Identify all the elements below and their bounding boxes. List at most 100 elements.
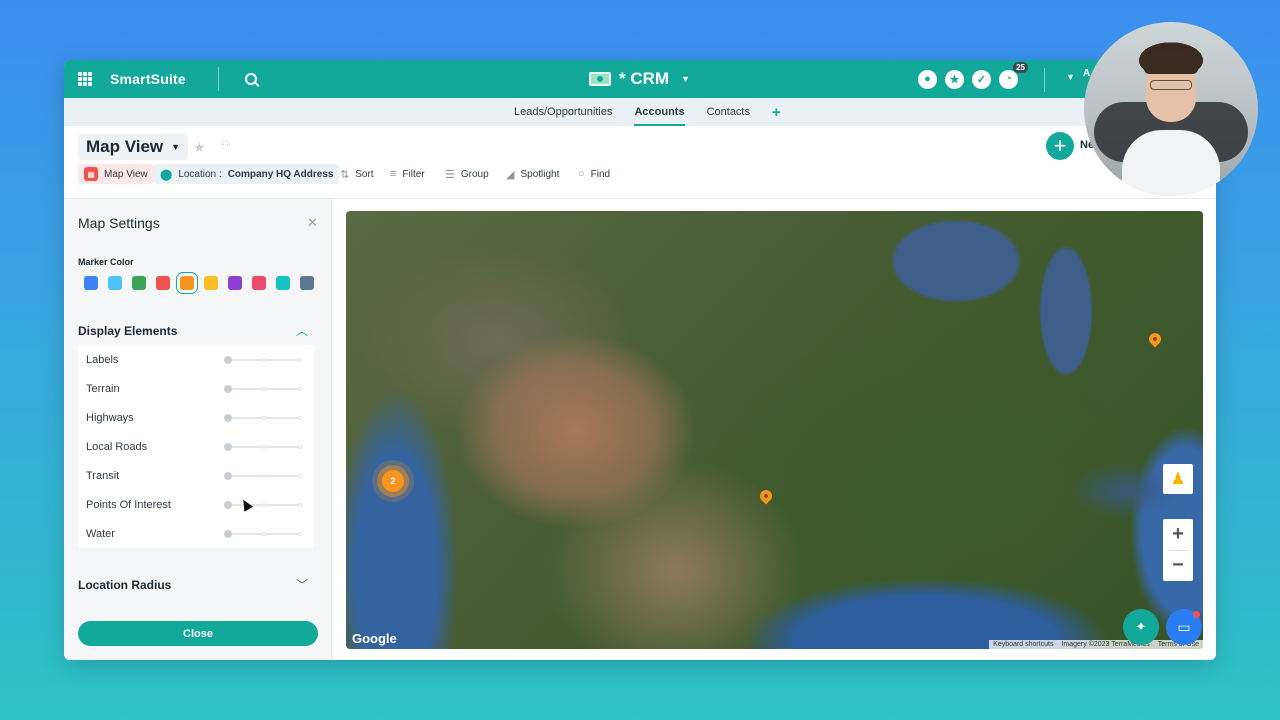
map-settings-panel: Map Settings ✕ Marker Color Display Elem… xyxy=(64,199,332,660)
map-view-label: Map View xyxy=(104,168,148,180)
sort-button[interactable]: ⇅ Sort xyxy=(334,164,380,184)
divider xyxy=(1044,68,1045,92)
marker-color-swatches xyxy=(84,272,314,294)
map-canvas[interactable]: 2 ♟ + − Google Keyboard shortcuts Imager… xyxy=(346,211,1203,649)
close-icon[interactable]: ✕ xyxy=(307,215,318,231)
tab-contacts[interactable]: Contacts xyxy=(707,98,750,126)
apps-grid-icon[interactable] xyxy=(78,72,92,86)
filter-button[interactable]: ≡ Filter xyxy=(384,164,431,184)
display-element-slider[interactable] xyxy=(224,472,302,480)
display-element-row: Terrain xyxy=(78,374,314,403)
group-label: Group xyxy=(460,168,489,180)
ai-assistant-button[interactable]: ✦ xyxy=(1123,609,1159,645)
spotlight-button[interactable]: ◢ Spotlight xyxy=(500,164,565,184)
app-title: * CRM xyxy=(619,69,670,88)
map-attribution: Keyboard shortcuts Imagery ©2023 TerraMe… xyxy=(989,640,1203,649)
display-element-label: Terrain xyxy=(86,382,120,395)
color-swatch[interactable] xyxy=(276,276,290,290)
spotlight-icon: ◢ xyxy=(506,168,515,181)
chat-button[interactable]: ▭ xyxy=(1166,609,1202,645)
location-prefix: Location : xyxy=(178,168,222,180)
favorites-star-icon[interactable]: ★ xyxy=(945,69,964,89)
display-element-label: Local Roads xyxy=(86,440,148,453)
location-field-name: Company HQ Address xyxy=(227,168,334,180)
find-button[interactable]: ○ Find xyxy=(572,164,616,184)
star-icon[interactable]: ★ xyxy=(193,139,206,156)
brand-name[interactable]: SmartSuite xyxy=(110,71,186,87)
color-swatch[interactable] xyxy=(132,276,146,290)
display-element-label: Labels xyxy=(86,353,119,366)
top-bar: SmartSuite * CRM ▼ ● ★ ✓ ◔ 25 ▼ A xyxy=(64,60,1216,98)
close-button[interactable]: Close xyxy=(78,621,318,646)
marker-color-label: Marker Color xyxy=(78,257,134,267)
color-swatch[interactable] xyxy=(176,272,198,294)
app-selector[interactable]: * CRM ▼ xyxy=(589,60,690,98)
notification-badge: 25 xyxy=(1013,61,1028,73)
panel-title: Map Settings xyxy=(78,215,160,231)
display-element-row: Highways xyxy=(78,403,314,432)
display-elements-list: Labels Terrain Highways Local Roads Transit P… xyxy=(78,345,314,548)
color-swatch[interactable] xyxy=(252,276,266,290)
find-icon: ○ xyxy=(578,168,585,180)
map-icon: ▦ xyxy=(84,167,98,181)
group-icon: ☰ xyxy=(445,168,455,181)
view-selector[interactable]: Map View ▼ xyxy=(78,134,189,160)
display-element-label: Highways xyxy=(86,411,134,424)
tab-accounts[interactable]: Accounts xyxy=(634,98,685,126)
zoom-out-button[interactable]: − xyxy=(1163,550,1193,581)
display-element-slider[interactable] xyxy=(224,530,302,538)
spotlight-label: Spotlight xyxy=(520,168,560,180)
zoom-in-button[interactable]: + xyxy=(1163,519,1193,550)
new-record-button[interactable]: + xyxy=(1046,132,1074,160)
display-element-slider[interactable] xyxy=(224,385,302,393)
view-header: Map View ▼ ★ ⚇ xyxy=(64,126,1216,162)
money-icon xyxy=(589,72,611,86)
marker-cluster[interactable]: 2 xyxy=(382,470,404,492)
share-users-icon[interactable]: ⚇ xyxy=(220,138,231,152)
map-view-button[interactable]: ▦ Map View xyxy=(78,164,154,184)
color-swatch[interactable] xyxy=(204,276,218,290)
chevron-down-icon: ▼ xyxy=(681,74,690,84)
view-title: Map View xyxy=(86,137,164,156)
location-radius-title[interactable]: Location Radius xyxy=(78,578,171,592)
color-swatch[interactable] xyxy=(228,276,242,290)
location-field-button[interactable]: ⬤ Location : Company HQ Address xyxy=(154,164,340,184)
view-toolbar: ▦ Map View ⬤ Location : Company HQ Addre… xyxy=(64,162,1216,184)
tab-leads-opportunities[interactable]: Leads/Opportunities xyxy=(514,98,612,126)
webcam-overlay xyxy=(1084,22,1258,196)
add-tab-icon[interactable]: + xyxy=(772,98,781,126)
notifications-icon[interactable]: ◔ 25 xyxy=(999,61,1028,89)
display-element-slider[interactable] xyxy=(224,414,302,422)
display-element-row: Points Of Interest xyxy=(78,490,314,519)
app-window: SmartSuite * CRM ▼ ● ★ ✓ ◔ 25 ▼ A Leads/… xyxy=(64,60,1216,660)
color-swatch[interactable] xyxy=(156,276,170,290)
display-element-slider[interactable] xyxy=(224,356,302,364)
map-marker[interactable] xyxy=(757,487,775,505)
zoom-control: + − xyxy=(1163,519,1193,581)
display-element-row: Transit xyxy=(78,461,314,490)
tasks-check-icon[interactable]: ✓ xyxy=(972,69,991,89)
search-icon[interactable] xyxy=(244,73,257,85)
street-view-pegman-icon[interactable]: ♟ xyxy=(1163,464,1193,494)
chevron-down-icon[interactable]: ﹀ xyxy=(296,576,308,593)
color-swatch[interactable] xyxy=(108,276,122,290)
divider xyxy=(217,67,219,91)
display-element-row: Local Roads xyxy=(78,432,314,461)
filter-icon: ≡ xyxy=(390,168,397,180)
display-element-row: Water xyxy=(78,519,314,548)
chevron-up-icon[interactable]: ︿ xyxy=(296,322,308,339)
members-icon[interactable]: ● xyxy=(918,69,937,89)
color-swatch[interactable] xyxy=(84,276,98,290)
display-element-slider[interactable] xyxy=(224,501,302,509)
display-element-slider[interactable] xyxy=(224,443,302,451)
map-marker[interactable] xyxy=(1146,330,1164,348)
color-swatch[interactable] xyxy=(300,276,314,290)
account-chevron-icon[interactable]: ▼ xyxy=(1066,72,1075,82)
group-button[interactable]: ☰ Group xyxy=(439,164,495,184)
display-element-label: Points Of Interest xyxy=(86,498,171,511)
display-elements-title[interactable]: Display Elements xyxy=(78,324,177,338)
keyboard-shortcuts-link[interactable]: Keyboard shortcuts xyxy=(993,641,1053,648)
display-element-label: Transit xyxy=(86,469,120,482)
sort-label: Sort xyxy=(355,168,374,180)
google-logo: Google xyxy=(352,631,397,646)
